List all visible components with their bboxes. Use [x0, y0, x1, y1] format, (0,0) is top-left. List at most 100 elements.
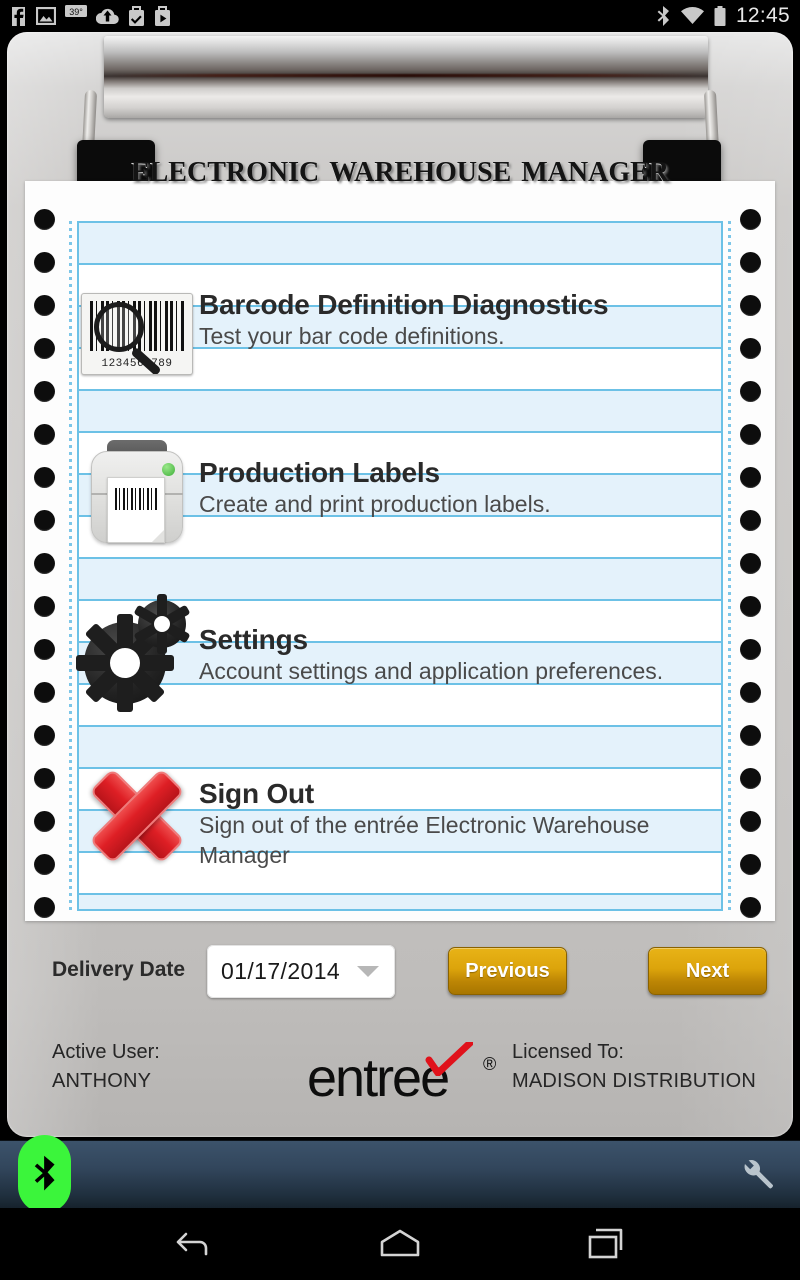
tractor-hole — [740, 381, 761, 402]
tractor-hole — [740, 768, 761, 789]
previous-button[interactable]: Previous — [448, 947, 567, 995]
tractor-hole — [740, 596, 761, 617]
tractor-hole — [34, 854, 55, 875]
entree-logo-text: entree — [307, 1048, 450, 1108]
menu-item-subtitle: Account settings and application prefere… — [199, 658, 664, 685]
tasks-icon — [129, 6, 144, 26]
tractor-hole — [34, 467, 55, 488]
tractor-hole — [34, 209, 55, 230]
tractor-hole — [34, 596, 55, 617]
nav-home-button[interactable] — [372, 1216, 428, 1272]
perforation-left — [69, 221, 72, 913]
play-store-icon — [155, 6, 170, 26]
tractor-hole — [34, 725, 55, 746]
red-check-icon — [425, 1042, 473, 1076]
menu-item-production-labels[interactable]: Production Labels Create and print produ… — [77, 433, 723, 549]
menu-item-title: Settings — [199, 624, 308, 655]
licensed-to-label: Licensed To: — [512, 1041, 624, 1063]
delivery-date-label: Delivery Date — [52, 958, 186, 981]
tractor-hole — [740, 725, 761, 746]
active-user-label: Active User: — [52, 1041, 160, 1063]
active-user-value: ANTHONY — [52, 1070, 152, 1092]
wifi-icon — [680, 7, 704, 24]
menu-item-title: Barcode Definition Diagnostics — [199, 289, 609, 320]
barcode-scan-icon: 123456 789 — [77, 289, 197, 375]
svg-text:39°: 39° — [69, 7, 83, 17]
tractor-hole — [740, 338, 761, 359]
tractor-hole — [34, 811, 55, 832]
delivery-date-value: 01/17/2014 — [221, 958, 341, 984]
clipboard-panel: Electronic Warehouse Manager 123456 789 … — [7, 32, 793, 1137]
tractor-hole — [740, 854, 761, 875]
tractor-hole — [34, 768, 55, 789]
tractor-hole — [740, 209, 761, 230]
tractor-hole — [34, 553, 55, 574]
tractor-hole — [740, 424, 761, 445]
tractor-hole — [740, 639, 761, 660]
status-right-icons: 12:45 — [656, 4, 790, 28]
tractor-hole — [740, 553, 761, 574]
tractor-hole — [34, 897, 55, 918]
tractor-holes-right — [733, 181, 773, 921]
photos-icon — [36, 7, 56, 25]
printer-label-icon — [77, 433, 197, 549]
perforation-right — [728, 221, 731, 913]
tractor-hole — [34, 639, 55, 660]
menu-item-title: Production Labels — [199, 457, 440, 488]
page-title: Electronic Warehouse Manager — [130, 145, 670, 190]
status-clock: 12:45 — [735, 4, 790, 27]
system-status-bar: 39° 12:45 — [0, 0, 800, 32]
licensed-to-block: Licensed To: MADISON DISTRIBUTION — [512, 1038, 756, 1096]
registered-mark: ® — [483, 1054, 497, 1074]
tractor-hole — [34, 682, 55, 703]
chevron-down-icon — [357, 966, 379, 977]
licensed-to-value: MADISON DISTRIBUTION — [512, 1070, 757, 1092]
tractor-hole — [34, 510, 55, 531]
tractor-hole — [740, 295, 761, 316]
tractor-hole — [740, 682, 761, 703]
tractor-hole — [740, 811, 761, 832]
gears-icon — [76, 594, 197, 712]
controls-row: Delivery Date 01/17/2014 Previous Next — [7, 945, 793, 1015]
tractor-hole — [34, 424, 55, 445]
delivery-date-dropdown[interactable]: 01/17/2014 — [207, 945, 395, 998]
menu-item-subtitle: Create and print production labels. — [199, 491, 551, 518]
nav-back-button[interactable] — [166, 1216, 222, 1272]
home-icon — [380, 1229, 420, 1257]
red-x-icon — [77, 764, 197, 864]
bluetooth-status-button[interactable] — [18, 1135, 71, 1213]
active-user-block: Active User: ANTHONY — [52, 1038, 160, 1096]
wrench-icon[interactable] — [738, 1155, 776, 1193]
tractor-hole — [34, 381, 55, 402]
tractor-hole — [34, 295, 55, 316]
menu-item-barcode-definition-diagnostics[interactable]: 123456 789 Barcode Definition Diagnostic… — [77, 289, 723, 375]
system-navigation-bar — [0, 1208, 800, 1280]
paper-sheet: 123456 789 Barcode Definition Diagnostic… — [25, 181, 775, 921]
tractor-hole — [740, 510, 761, 531]
bluetooth-icon — [34, 1155, 55, 1191]
cloud-upload-icon — [96, 8, 119, 24]
next-button[interactable]: Next — [648, 947, 767, 995]
footer-bar: Active User: ANTHONY entree ® Licensed T… — [7, 1030, 793, 1108]
bluetooth-icon — [657, 5, 669, 26]
recents-icon — [588, 1228, 623, 1259]
tractor-hole — [740, 467, 761, 488]
menu-item-subtitle: Test your bar code definitions. — [199, 323, 505, 350]
status-left-icons: 39° — [10, 4, 171, 28]
tractor-hole — [34, 338, 55, 359]
tractor-hole — [34, 252, 55, 273]
menu-item-title: Sign Out — [199, 778, 315, 809]
facebook-icon — [12, 6, 25, 26]
main-menu-list: 123456 789 Barcode Definition Diagnostic… — [76, 221, 723, 911]
battery-icon — [714, 6, 726, 26]
menu-item-sign-out[interactable]: Sign Out Sign out of the entrée Electron… — [77, 764, 723, 870]
entree-logo: entree ® — [307, 1042, 507, 1108]
tractor-hole — [740, 897, 761, 918]
menu-item-subtitle: Sign out of the entrée Electronic Wareho… — [199, 812, 650, 868]
app-bottom-bar — [0, 1135, 800, 1213]
tractor-hole — [740, 252, 761, 273]
clipboard-clip-bar — [104, 36, 708, 118]
menu-item-settings[interactable]: Settings Account settings and applicatio… — [76, 594, 723, 712]
nav-recents-button[interactable] — [578, 1216, 634, 1272]
weather-icon: 39° — [65, 5, 87, 17]
